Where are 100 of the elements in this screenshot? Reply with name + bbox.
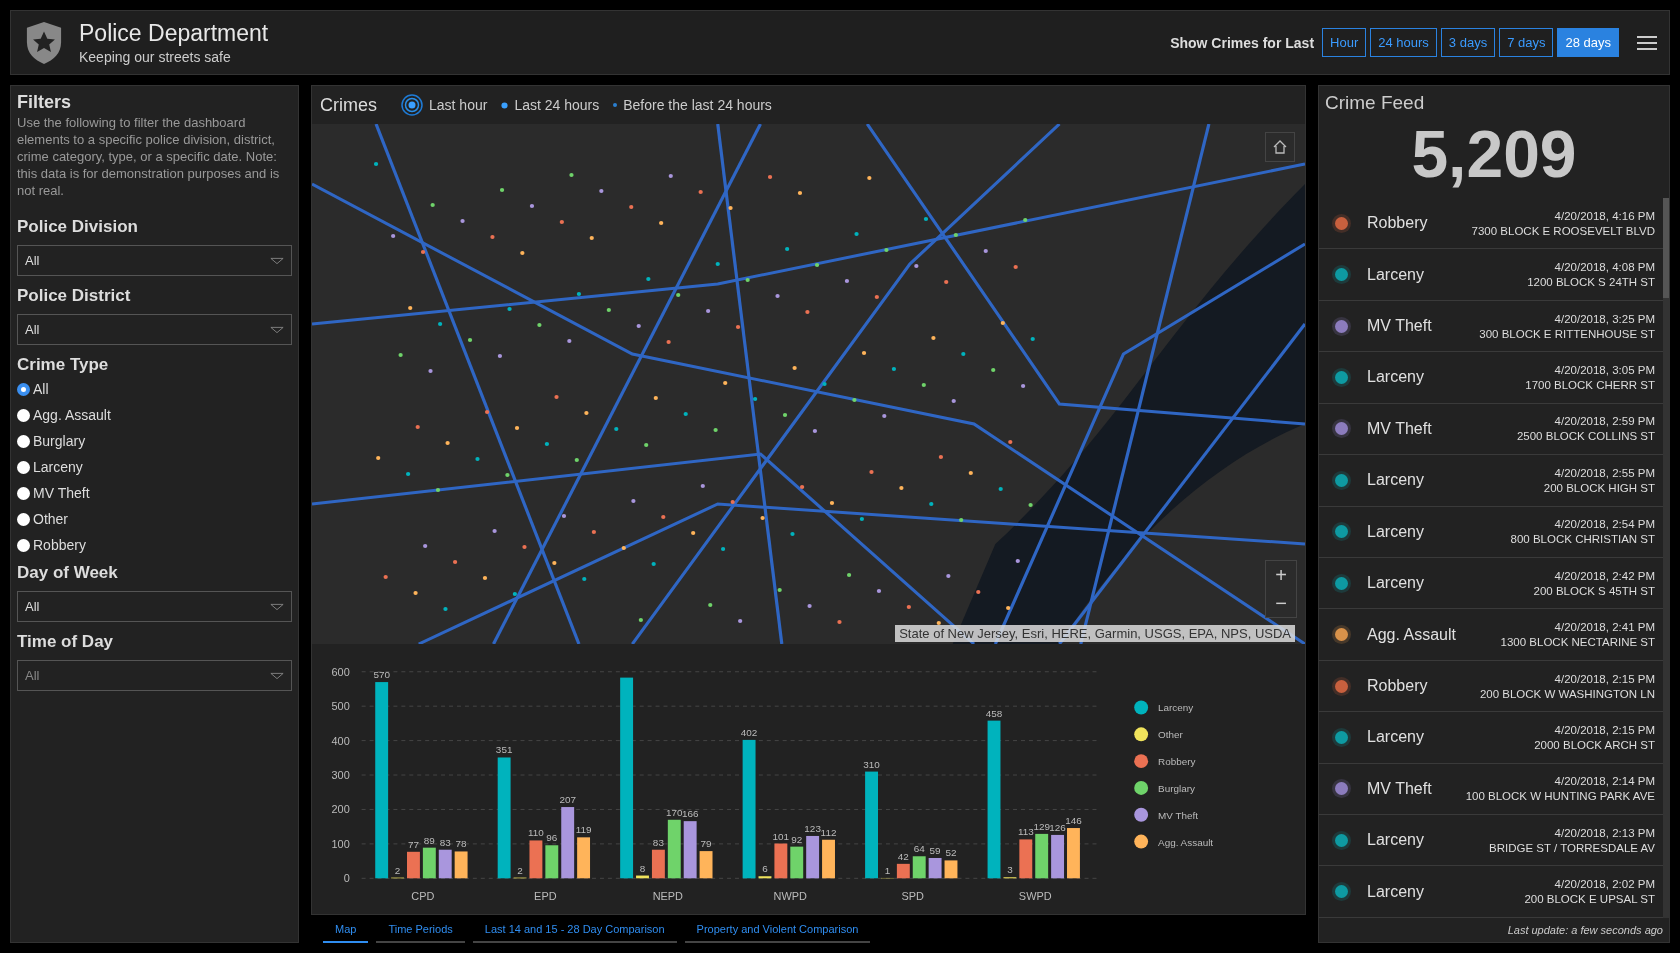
radio-button[interactable] (17, 486, 30, 500)
crime-type: Larceny (1367, 265, 1425, 284)
bar-value-label: 110 (528, 827, 544, 839)
police-badge-icon (25, 20, 63, 65)
crime-address: 1200 BLOCK S 24TH ST (1527, 276, 1655, 289)
radio-label[interactable]: Burglary (33, 433, 86, 450)
radio-label[interactable]: Larceny (33, 459, 83, 476)
chart-bar[interactable] (407, 851, 420, 879)
bar-value-label: 129 (1033, 820, 1050, 832)
bar-value-label: 351 (495, 744, 513, 756)
legend-label: Before the last 24 hours (623, 97, 772, 113)
crime-time: 4/20/2018, 4:16 PM (1554, 209, 1655, 222)
menu-icon[interactable] (1637, 34, 1657, 51)
chart-bar[interactable] (1019, 839, 1033, 879)
radio-button[interactable] (17, 512, 30, 526)
bar-value-label: 92 (791, 833, 803, 845)
bar-value-label: 570 (373, 669, 390, 681)
axis-tick-label: 300 (331, 769, 350, 781)
feed-item[interactable]: Robbery 4/20/2018, 4:16 PM 7300 BLOCK E ROOSEVELT BLVD (1319, 198, 1663, 250)
home-button[interactable] (1265, 132, 1295, 162)
dot-icon (501, 101, 509, 109)
last-update-text: Last update: a few seconds ago (1506, 923, 1664, 938)
bar-value-label: 170 (666, 806, 683, 818)
chart-bar[interactable] (422, 847, 436, 879)
category-label: NWPD (773, 890, 807, 903)
bar-value-label: 2 (394, 864, 401, 876)
filter-dropdown[interactable]: All (17, 245, 292, 277)
chart-bar[interactable] (667, 819, 681, 879)
chart-bar[interactable] (375, 682, 389, 879)
filter-dropdown[interactable]: All (17, 591, 292, 623)
total-count: 5,209 (1410, 116, 1578, 192)
crime-type: MV Theft (1367, 317, 1433, 336)
period-button[interactable]: 3 days (1440, 28, 1496, 57)
chart-bar[interactable] (454, 851, 468, 879)
app-title: Police Department (79, 20, 269, 47)
crime-type: Robbery (1367, 214, 1429, 233)
chart-bar[interactable] (1035, 833, 1049, 879)
bar-value-label: 3 (1007, 864, 1013, 876)
radio-label[interactable]: Other (33, 511, 68, 528)
period-button[interactable]: 24 hours (1370, 28, 1437, 57)
chart-bar[interactable] (790, 846, 804, 879)
zoom-in-button[interactable]: + (1266, 561, 1296, 589)
chart-bar[interactable] (683, 821, 697, 879)
filters-description: Use the following to filter the dashboard elements to a specific police division, district, crime category, type, or a specific date. Note: this data is for demonstration purposes and is not real. (17, 115, 281, 200)
map-drawing[interactable] (312, 124, 1305, 644)
view-tab[interactable]: Time Periods (376, 915, 465, 943)
view-tab[interactable]: Property and Violent Comparison (684, 915, 871, 943)
chart-bar[interactable] (928, 858, 942, 879)
chart-bar[interactable] (561, 807, 575, 879)
bar-value-label: 78 (455, 838, 467, 850)
radio-label[interactable]: Agg. Assault (33, 407, 111, 424)
crime-time: 4/20/2018, 2:14 PM (1554, 775, 1655, 788)
legend-label: Larceny (1158, 702, 1194, 714)
legend-label: Robbery (1158, 756, 1196, 768)
chart-bar[interactable] (636, 875, 649, 879)
radio-button[interactable] (17, 538, 30, 552)
chart-bar[interactable] (912, 856, 926, 879)
crime-time: 4/20/2018, 4:08 PM (1554, 261, 1655, 274)
chart-bar[interactable] (944, 860, 958, 879)
crime-time: 4/20/2018, 2:59 PM (1554, 415, 1655, 428)
crime-type: Agg. Assault (1367, 625, 1457, 644)
chart-bar[interactable] (806, 835, 820, 879)
radio-label[interactable]: All (33, 381, 49, 398)
period-button[interactable]: Hour (1322, 28, 1367, 57)
zoom-out-button[interactable]: − (1266, 589, 1296, 617)
radio-label[interactable]: Robbery (33, 537, 86, 554)
bar-value-label: 2 (517, 864, 523, 876)
map-attribution: State of New Jersey, Esri, HERE, Garmin, USGS, EPA, NPS, USDA (895, 625, 1295, 642)
chart-bar[interactable] (545, 845, 559, 879)
crime-type: MV Theft (1367, 779, 1433, 798)
chart-bar[interactable] (896, 863, 910, 879)
chart-bar[interactable] (822, 839, 835, 879)
legend-label: Other (1158, 729, 1183, 741)
view-tab[interactable]: Map (323, 915, 369, 943)
axis-tick-label: 500 (331, 700, 350, 713)
chart-bar[interactable] (651, 849, 665, 879)
chart-bar[interactable] (438, 849, 452, 879)
chart-bar[interactable] (758, 876, 772, 879)
bar-value-label: 8 (639, 862, 646, 874)
radio-button[interactable] (17, 408, 30, 422)
chart-bar[interactable] (1051, 834, 1065, 879)
radio-button[interactable] (17, 434, 30, 448)
bar-value-label: 79 (700, 838, 712, 850)
chart-bar[interactable] (497, 757, 511, 879)
period-button[interactable]: 7 days (1499, 28, 1554, 57)
bar-value-label: 166 (681, 808, 699, 820)
chart-bar[interactable] (577, 837, 591, 879)
bar-value-label: 207 (559, 794, 576, 806)
crime-type: Larceny (1367, 522, 1425, 541)
radio-button[interactable] (17, 382, 30, 396)
scrollbar[interactable] (1663, 198, 1669, 918)
crime-time: 4/20/2018, 2:15 PM (1554, 723, 1655, 736)
radio-label[interactable]: MV Theft (33, 485, 90, 502)
view-tab[interactable]: Last 14 and 15 - 28 Day Comparison (472, 915, 677, 943)
chart-bar[interactable] (699, 851, 713, 879)
crime-address: 200 BLOCK W WASHINGTON LN (1479, 687, 1655, 700)
chart-bar[interactable] (620, 677, 634, 879)
period-button[interactable]: 28 days (1557, 28, 1619, 57)
radio-button[interactable] (17, 460, 30, 474)
filter-dropdown[interactable]: All (17, 314, 292, 346)
